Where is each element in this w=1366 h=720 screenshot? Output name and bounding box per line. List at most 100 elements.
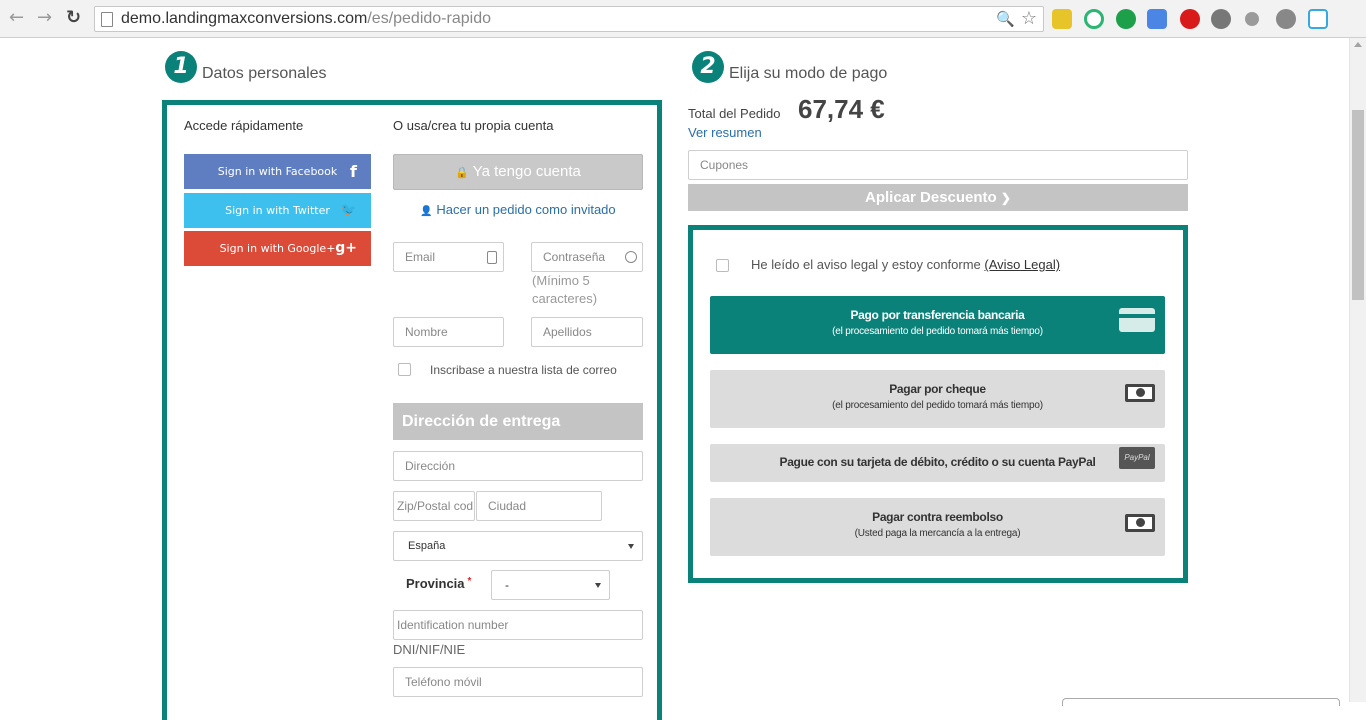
paypal-icon: PayPal	[1119, 447, 1155, 469]
chevron-down-icon	[628, 544, 634, 549]
address-bar[interactable]: demo.landingmaxconversions.com/es/pedido…	[94, 6, 1044, 32]
telefono-placeholder: Teléfono móvil	[405, 675, 482, 689]
ciudad-placeholder: Ciudad	[488, 499, 527, 513]
direccion-placeholder: Dirección	[405, 459, 456, 473]
country-value: España	[408, 540, 446, 552]
twitter-signin-label: Sign in with Twitter	[225, 204, 330, 217]
scroll-up-arrow[interactable]	[1354, 42, 1362, 47]
delivery-section-header: Dirección de entrega	[393, 403, 643, 440]
guest-order-label: Hacer un pedido como invitado	[436, 202, 616, 217]
page-icon	[101, 12, 113, 27]
provincia-label: Provincia *	[406, 576, 472, 591]
star-icon[interactable]: ☆	[1021, 8, 1037, 29]
payment-reembolso-button[interactable]: Pagar contra reembolso (Usted paga la me…	[710, 498, 1165, 556]
banknote-icon	[1125, 514, 1155, 532]
forward-button[interactable]: →	[37, 8, 52, 28]
identification-input[interactable]: Identification number	[393, 610, 643, 640]
identification-placeholder: Identification number	[397, 618, 509, 632]
payment-paypal-button[interactable]: Pague con su tarjeta de débito, crédito …	[710, 444, 1165, 482]
provincia-select[interactable]: -	[491, 570, 610, 600]
extension-translate-icon[interactable]	[1147, 9, 1167, 29]
aplicar-descuento-label: Aplicar Descuento	[865, 189, 997, 206]
legal-checkbox[interactable]	[716, 259, 729, 272]
required-asterisk: *	[467, 576, 472, 587]
direccion-input[interactable]: Dirección	[393, 451, 643, 481]
facebook-icon: f	[350, 162, 357, 181]
key-icon	[625, 251, 637, 263]
own-account-title: O usa/crea tu propia cuenta	[393, 118, 554, 133]
aviso-legal-link[interactable]: (Aviso Legal)	[984, 257, 1060, 272]
google-signin-button[interactable]: Sign in with Google+ g+	[184, 231, 371, 266]
apellidos-input[interactable]: Apellidos	[531, 317, 643, 347]
step-1-badge: 1	[165, 51, 197, 83]
facebook-signin-button[interactable]: Sign in with Facebook f	[184, 154, 371, 189]
twitter-icon: 🐦	[340, 203, 357, 218]
section-title-datos: Datos personales	[202, 65, 327, 82]
payment-paypal-label: Pague con su tarjeta de débito, crédito …	[779, 455, 1096, 469]
apellidos-placeholder: Apellidos	[543, 325, 592, 339]
payment-transfer-button[interactable]: Pago por transferencia bancaria (el proc…	[710, 296, 1165, 354]
chat-widget-edge[interactable]	[1062, 698, 1340, 706]
credit-card-icon	[1119, 308, 1155, 332]
payment-transfer-label: Pago por transferencia bancaria	[850, 308, 1025, 322]
provincia-value: -	[505, 578, 509, 592]
extension-film-icon[interactable]	[1211, 9, 1231, 29]
password-placeholder: Contraseña	[543, 250, 606, 264]
total-label: Total del Pedido	[688, 106, 781, 121]
nombre-placeholder: Nombre	[405, 325, 448, 339]
google-signin-label: Sign in with Google+	[219, 242, 336, 255]
facebook-signin-label: Sign in with Facebook	[217, 165, 338, 178]
step-2-badge: 2	[692, 51, 724, 83]
ya-tengo-cuenta-label: Ya tengo cuenta	[472, 163, 581, 180]
url-text: demo.landingmaxconversions.com/es/pedido…	[121, 10, 491, 27]
password-hint: (Mínimo 5 caracteres)	[532, 273, 598, 306]
ya-tengo-cuenta-button[interactable]: 🔒 Ya tengo cuenta	[393, 154, 643, 190]
cupones-input[interactable]: Cupones	[688, 150, 1188, 180]
zip-input[interactable]: Zip/Postal cod	[393, 491, 475, 521]
google-plus-icon: g+	[335, 240, 357, 256]
newsletter-label: Inscribase a nuestra lista de correo	[430, 363, 617, 377]
section-title-pago: Elija su modo de pago	[729, 65, 888, 82]
nombre-input[interactable]: Nombre	[393, 317, 504, 347]
reload-button[interactable]: ↻	[66, 8, 81, 28]
extension-palette-icon[interactable]	[1276, 9, 1296, 29]
email-placeholder: Email	[405, 250, 436, 264]
aplicar-descuento-button[interactable]: Aplicar Descuento ❯	[688, 184, 1188, 211]
payment-cheque-button[interactable]: Pagar por cheque (el procesamiento del p…	[710, 370, 1165, 428]
chevron-down-icon	[595, 583, 601, 588]
dni-label: DNI/NIF/NIE	[393, 642, 466, 657]
zip-placeholder: Zip/Postal cod	[397, 499, 474, 513]
legal-text: He leído el aviso legal y estoy conforme…	[751, 257, 1061, 272]
user-icon: 👤	[420, 206, 433, 217]
country-select[interactable]: España	[393, 531, 643, 561]
twitter-signin-button[interactable]: Sign in with Twitter 🐦	[184, 193, 371, 228]
extension-tv-icon[interactable]	[1308, 9, 1328, 29]
payment-cheque-sub: (el procesamiento del pedido tomará más …	[832, 400, 1043, 411]
extension-circle-icon[interactable]	[1084, 9, 1104, 29]
lock-icon: 🔒	[455, 167, 469, 179]
contact-card-icon	[487, 251, 497, 264]
chevron-right-icon: ❯	[1000, 191, 1011, 205]
ver-resumen-link[interactable]: Ver resumen	[688, 125, 762, 140]
back-button[interactable]: ←	[9, 8, 24, 28]
payment-reembolso-sub: (Usted paga la mercancía a la entrega)	[854, 528, 1021, 539]
scroll-thumb[interactable]	[1352, 110, 1364, 300]
extension-notes-icon[interactable]	[1052, 9, 1072, 29]
payment-cheque-label: Pagar por cheque	[889, 382, 986, 396]
extension-hangouts-icon[interactable]	[1116, 9, 1136, 29]
banknote-icon	[1125, 384, 1155, 402]
telefono-input[interactable]: Teléfono móvil	[393, 667, 643, 697]
newsletter-checkbox[interactable]	[398, 363, 411, 376]
extension-power-icon[interactable]	[1180, 9, 1200, 29]
extension-bulb-icon[interactable]	[1245, 12, 1259, 26]
magnifier-icon[interactable]: 🔍	[996, 10, 1015, 28]
email-input[interactable]: Email	[393, 242, 504, 272]
payment-reembolso-label: Pagar contra reembolso	[872, 510, 1003, 524]
password-input[interactable]: Contraseña	[531, 242, 643, 272]
ciudad-input[interactable]: Ciudad	[476, 491, 602, 521]
guest-order-link[interactable]: 👤 Hacer un pedido como invitado	[393, 202, 643, 217]
quick-access-title: Accede rápidamente	[184, 118, 304, 133]
browser-toolbar: ← → ↻ demo.landingmaxconversions.com/es/…	[0, 0, 1366, 38]
page-scrollbar[interactable]	[1349, 38, 1366, 702]
total-value: 67,74 €	[798, 94, 885, 124]
